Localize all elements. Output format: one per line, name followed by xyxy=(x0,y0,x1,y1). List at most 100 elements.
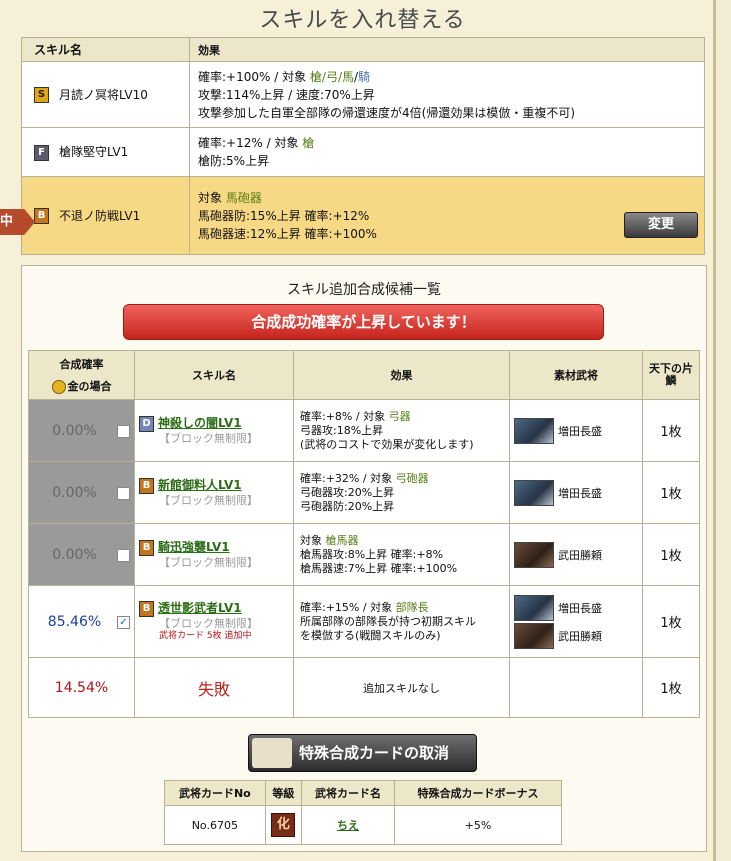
col-header-skill: スキル名 xyxy=(21,37,190,62)
rate-value: 0.00% xyxy=(52,546,97,563)
gold-label: 金の場合 xyxy=(67,380,112,393)
general-name: 増田長盛 xyxy=(558,486,602,500)
effect-text: 馬砲器防:15%上昇 確率:+12% xyxy=(198,208,370,223)
cancel-label: 特殊合成カードの取消 xyxy=(299,744,450,762)
block-note: 【ブロック無制限】 xyxy=(159,556,258,569)
general-name: 増田長盛 xyxy=(558,424,602,438)
col-header-rate: 合成確率 金の場合 xyxy=(28,350,135,400)
fail-label: 失敗 xyxy=(134,657,294,718)
effect-text: 攻撃:114%上昇 / 速度:70%上昇 xyxy=(198,87,375,102)
skill-link[interactable]: 新館御料人LV1 xyxy=(158,478,242,492)
rank-badge: S xyxy=(34,87,49,104)
skill-name: 不退ノ防戦LV1 xyxy=(59,208,141,223)
skill-name: 月読ノ冥将LV10 xyxy=(59,87,148,102)
skill-cell: D 神殺しの闇LV1 【ブロック無制限】 xyxy=(134,399,294,462)
effect-text: 対象 xyxy=(198,190,226,205)
effect-text: 馬砲器速:12%上昇 確率:+100% xyxy=(198,226,377,241)
card-name-link[interactable]: ちえ xyxy=(337,819,359,832)
rate-value: 0.00% xyxy=(52,484,97,501)
success-banner: 合成成功確率が上昇しています！ xyxy=(123,304,604,340)
select-checkbox[interactable] xyxy=(117,548,130,562)
gold-coin-icon xyxy=(51,380,66,394)
effect-text: (武将のコストで効果が変化します) xyxy=(300,437,474,451)
target-text: 槍/弓/馬 xyxy=(309,69,354,84)
change-button[interactable]: 変更 xyxy=(624,212,698,238)
effect-cell: 確率:+100% / 対象 槍/弓/馬/騎 攻撃:114%上昇 / 速度:70%… xyxy=(189,61,705,128)
rank-badge: B xyxy=(139,540,154,556)
skill-link[interactable]: 透世影武者LV1 xyxy=(158,601,242,615)
skill-cell: B 騎迅強襲LV1 【ブロック無制限】 xyxy=(134,523,294,586)
effect-text: 弓器攻:18%上昇 xyxy=(300,423,384,437)
skill-cell: B 透世影武者LV1 【ブロック無制限】 武将カード 5枚 追加中 xyxy=(134,585,294,658)
skill-link[interactable]: 騎迅強襲LV1 xyxy=(158,540,230,554)
table-row: 0.00% D 神殺しの闇LV1 【ブロック無制限】 確率:+8% / 対象 弓器弓… xyxy=(28,399,700,462)
pieces-count: 1枚 xyxy=(642,585,700,658)
material-cell: 増田長盛 xyxy=(509,461,643,524)
bonus-value: +5% xyxy=(393,805,563,845)
skill-cell: B 新館御料人LV1 【ブロック無制限】 xyxy=(134,461,294,524)
general-portrait[interactable] xyxy=(514,479,554,506)
general-name: 武田勝頼 xyxy=(558,629,602,643)
target-text: 槍馬器 xyxy=(325,533,359,547)
effect-cell: 確率:+15% / 対象 部隊長 所属部隊の部隊長が持つ初期スキル を模倣する(戦闘… xyxy=(293,585,510,658)
effect-text: 確率:+12% / 対象 xyxy=(198,136,303,150)
material-cell: 増田長盛 xyxy=(509,399,643,462)
cancel-special-card-button[interactable]: 特殊合成カードの取消 xyxy=(248,734,477,772)
general-portrait[interactable] xyxy=(514,622,554,649)
effect-cell: 確率:+32% / 対象 弓砲器 弓砲器攻:20%上昇 弓砲器防:20%上昇 xyxy=(293,461,510,524)
rate-value: 85.46% xyxy=(47,613,102,630)
card-name-cell: ちえ xyxy=(301,805,395,845)
card-no: No.6705 xyxy=(164,805,266,845)
skill-cell-selected: B 不退ノ防戦LV1 xyxy=(21,176,190,255)
rank-badge: B xyxy=(139,478,154,494)
page-title: スキルを入れ替える xyxy=(259,8,466,33)
rate-cell: 85.46% ✓ xyxy=(28,585,135,658)
fail-effect: 追加スキルなし xyxy=(293,657,510,718)
target-text: 槍 xyxy=(302,136,315,150)
col-header-grade: 等級 xyxy=(264,780,303,806)
grade-cell: 化 xyxy=(264,805,303,845)
current-skills-table: スキル名 効果 S 月読ノ冥将LV10 確率:+100% / 対象 槍/弓/馬/騎… xyxy=(21,37,705,255)
general-portrait[interactable] xyxy=(514,417,554,444)
table-row-selected: 85.46% ✓ B 透世影武者LV1 【ブロック無制限】 武将カード 5枚 追加中 確… xyxy=(28,585,700,658)
skill-cell: F 槍隊堅守LV1 xyxy=(21,127,190,177)
col-header-bonus: 特殊合成カードボーナス xyxy=(393,780,563,806)
skill-cell: S 月読ノ冥将LV10 xyxy=(21,61,190,128)
rank-badge: B xyxy=(139,600,154,617)
effect-text: 弓砲器防:20%上昇 xyxy=(300,499,395,513)
fail-row: 14.54% 失敗 追加スキルなし 1枚 xyxy=(28,657,700,718)
target-text: 馬砲器 xyxy=(225,190,262,205)
skill-link[interactable]: 神殺しの闇LV1 xyxy=(158,416,242,430)
select-checkbox-checked[interactable]: ✓ xyxy=(117,615,130,629)
block-note: 【ブロック無制限】 xyxy=(159,616,258,630)
table-row: 0.00% B 騎迅強襲LV1 【ブロック無制限】 対象 槍馬器 槍馬器攻:8%上昇 … xyxy=(28,523,700,586)
general-portrait[interactable] xyxy=(514,594,554,621)
target-text: 部隊長 xyxy=(395,600,429,614)
effect-text: 弓砲器攻:20%上昇 xyxy=(300,485,395,499)
candidates-title: スキル追加合成候補一覧 xyxy=(287,282,441,298)
effect-text: 対象 xyxy=(300,533,326,547)
candidates-table: 合成確率 金の場合 スキル名 効果 素材武将 天下の片鱗 0.00% D 神殺しの… xyxy=(28,350,700,718)
effect-text: 所属部隊の部隊長が持つ初期スキル xyxy=(300,614,476,628)
general-portrait[interactable] xyxy=(514,541,554,568)
select-checkbox[interactable] xyxy=(117,424,130,438)
effect-text: 槍馬器速:7%上昇 確率:+100% xyxy=(300,561,458,575)
rank-badge: D xyxy=(139,416,154,432)
col-header-card-no: 武将カードNo xyxy=(164,780,266,806)
target-text: 弓砲器 xyxy=(395,471,429,485)
col-header-pieces: 天下の片鱗 xyxy=(642,350,700,400)
material-cell: 増田長盛 武田勝頼 xyxy=(509,585,643,658)
pieces-count: 1枚 xyxy=(642,461,700,524)
effect-text: 確率:+8% / 対象 xyxy=(300,409,389,423)
table-row: 0.00% B 新館御料人LV1 【ブロック無制限】 確率:+32% / 対象 弓砲… xyxy=(28,461,700,524)
grade-badge: 化 xyxy=(271,813,296,837)
select-checkbox[interactable] xyxy=(117,486,130,500)
effect-text: 槍馬器攻:8%上昇 確率:+8% xyxy=(300,547,444,561)
card-added-note: 武将カード 5枚 追加中 xyxy=(159,630,252,641)
effect-text: 確率:+100% / 対象 xyxy=(198,69,310,84)
effect-text: を模倣する(戦闘スキルのみ) xyxy=(300,628,441,642)
effect-text: 確率:+15% / 対象 xyxy=(300,600,396,614)
rank-badge: B xyxy=(34,208,49,225)
general-name: 武田勝頼 xyxy=(558,548,602,562)
effect-text: 確率:+32% / 対象 xyxy=(300,471,396,485)
